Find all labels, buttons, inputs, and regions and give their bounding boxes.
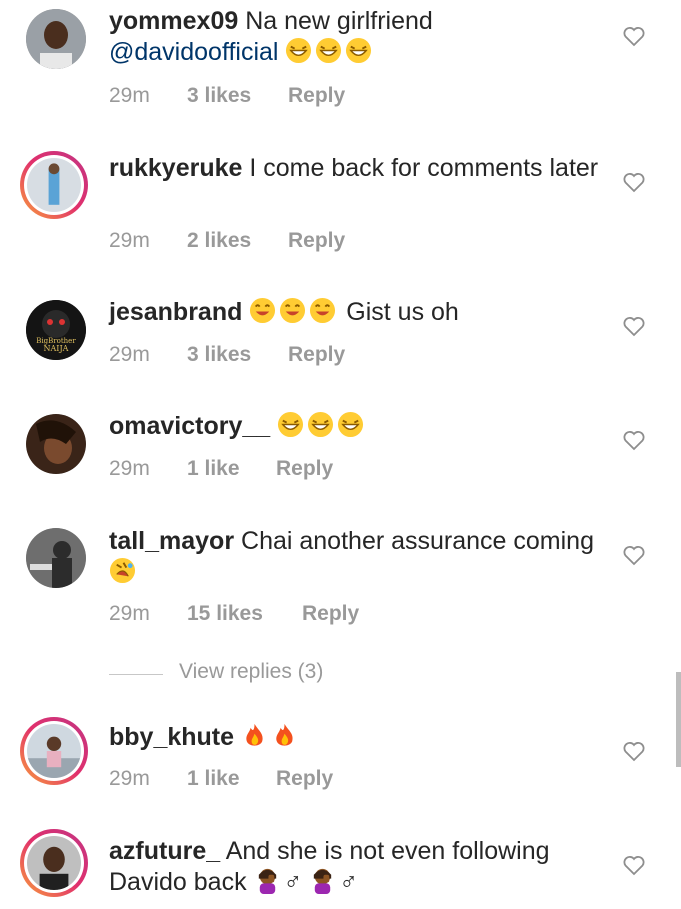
avatar-image: [27, 724, 81, 778]
laughing-emoji: [277, 411, 367, 440]
story-ring: [24, 833, 84, 893]
fire-emoji: [241, 723, 301, 751]
reply-button[interactable]: Reply: [288, 229, 345, 253]
story-ring: [24, 155, 84, 215]
comment-meta: 29m 15 likes Reply: [109, 602, 359, 626]
mention-link[interactable]: @davidoofficial: [109, 38, 278, 66]
comment-time: 29m: [109, 602, 150, 625]
divider: [109, 674, 163, 675]
comment-meta: 29m 1 like Reply: [109, 767, 333, 791]
comment-body: I come back for comments later: [249, 154, 599, 182]
comment-text: yommex09 Na new girlfriend @davidooffici…: [109, 6, 599, 68]
view-replies-label: View replies (3): [179, 660, 324, 683]
comment-time: 29m: [109, 767, 150, 790]
comment-username[interactable]: rukkyeruke: [109, 154, 242, 182]
comment-meta: 29m 1 like Reply: [109, 457, 333, 481]
facepalm-emoji: [309, 868, 339, 896]
comment-text: tall_mayor Chai another assurance coming: [109, 526, 599, 588]
avatar-image: [26, 9, 86, 69]
avatar-label: NAIJA: [44, 344, 69, 353]
avatar[interactable]: [26, 9, 86, 69]
comment-text: azfuture_ And she is not even following …: [109, 836, 599, 898]
comment-username[interactable]: bby_khute: [109, 723, 234, 751]
likes-count[interactable]: 3 likes: [187, 84, 288, 108]
story-ring: [24, 721, 84, 781]
comment-username[interactable]: azfuture_: [109, 837, 220, 865]
comment-time: 29m: [109, 457, 150, 480]
likes-count[interactable]: 2 likes: [187, 229, 288, 253]
avatar[interactable]: [20, 151, 88, 219]
likes-count[interactable]: 3 likes: [187, 343, 288, 367]
reply-button[interactable]: Reply: [276, 767, 333, 791]
comment-text: omavictory__: [109, 411, 599, 442]
reply-button[interactable]: Reply: [276, 457, 333, 481]
reply-button[interactable]: Reply: [288, 343, 345, 367]
rofl-emoji: [109, 557, 139, 586]
comment-body: Chai another assurance coming: [241, 527, 594, 555]
gender-symbol: ♂: [339, 868, 358, 896]
comment-meta: 29m 3 likes Reply: [109, 84, 345, 108]
comment-time: 29m: [109, 229, 150, 252]
avatar[interactable]: [26, 528, 86, 588]
likes-count[interactable]: 1 like: [187, 767, 276, 791]
heart-icon[interactable]: [622, 853, 646, 877]
reply-button[interactable]: Reply: [302, 602, 359, 626]
likes-count[interactable]: 15 likes: [187, 602, 302, 626]
grinning-emoji: [249, 297, 346, 326]
reply-button[interactable]: Reply: [288, 84, 345, 108]
comment-meta: 29m 2 likes Reply: [109, 229, 345, 253]
comment-body: Na new girlfriend: [245, 7, 433, 35]
scrollbar[interactable]: [676, 672, 681, 767]
gender-symbol: ♂: [283, 868, 303, 896]
comment-time: 29m: [109, 343, 150, 366]
heart-icon[interactable]: [622, 428, 646, 452]
avatar-image: [26, 414, 86, 474]
facepalm-emoji: [254, 868, 284, 896]
avatar[interactable]: [26, 414, 86, 474]
comment-username[interactable]: omavictory__: [109, 412, 270, 440]
avatar-image: BigBrother NAIJA: [26, 300, 86, 360]
avatar[interactable]: [20, 829, 88, 897]
comment-meta: 29m 3 likes Reply: [109, 343, 345, 367]
avatar-image: [27, 836, 81, 890]
avatar[interactable]: [20, 717, 88, 785]
heart-icon[interactable]: [622, 170, 646, 194]
comment-username[interactable]: jesanbrand: [109, 298, 242, 326]
view-replies-button[interactable]: View replies (3): [109, 660, 409, 690]
comment-time: 29m: [109, 84, 150, 107]
comment-text: jesanbrand Gist us oh: [109, 297, 599, 328]
comment-body: Gist us oh: [346, 298, 459, 326]
avatar-image: [27, 158, 81, 212]
comment-username[interactable]: yommex09: [109, 7, 238, 35]
comment-username[interactable]: tall_mayor: [109, 527, 234, 555]
heart-icon[interactable]: [622, 543, 646, 567]
heart-icon[interactable]: [622, 739, 646, 763]
likes-count[interactable]: 1 like: [187, 457, 276, 481]
avatar[interactable]: BigBrother NAIJA: [26, 300, 86, 360]
laughing-emoji: [285, 37, 375, 66]
comment-text: rukkyeruke I come back for comments late…: [109, 153, 599, 184]
heart-icon[interactable]: [622, 24, 646, 48]
avatar-image: [26, 528, 86, 588]
heart-icon[interactable]: [622, 314, 646, 338]
comment-text: bby_khute: [109, 722, 599, 753]
